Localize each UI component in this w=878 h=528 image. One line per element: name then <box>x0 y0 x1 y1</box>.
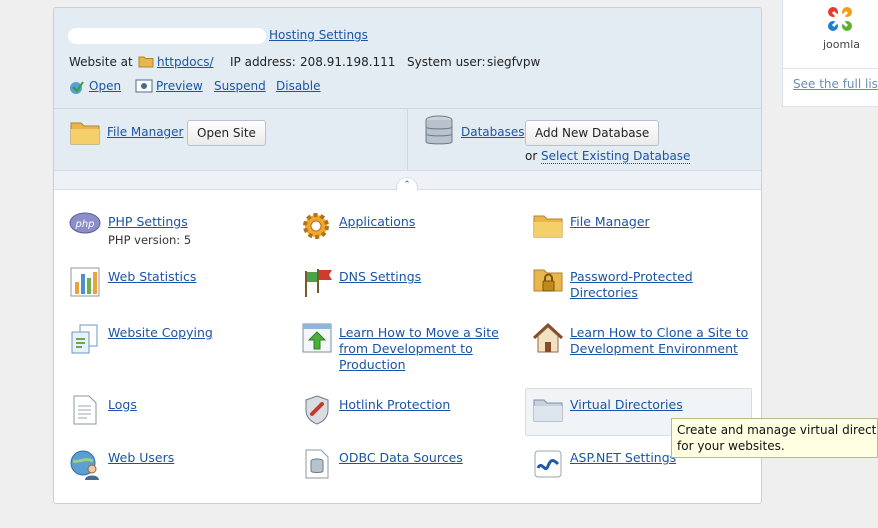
web-statistics-link[interactable]: Web Statistics <box>108 269 196 285</box>
quick-access-bar: File Manager Open Site Databases Add New… <box>54 108 761 171</box>
learn-clone-site-link[interactable]: Learn How to Clone a Site to Development … <box>570 325 748 357</box>
hosting-panel: Hosting Settings Website at httpdocs/ IP… <box>53 7 762 504</box>
php-version-text: PHP version: 5 <box>108 233 192 247</box>
tooltip-line-1: Create and manage virtual directo <box>677 423 878 437</box>
aspnet-icon <box>534 450 566 482</box>
globe-user-icon <box>69 449 101 481</box>
database-icon <box>424 115 454 150</box>
system-user-value: siegfvpw <box>487 55 541 69</box>
flags-icon <box>302 267 334 299</box>
ip-label: IP address: <box>230 55 296 69</box>
virtual-directories-link[interactable]: Virtual Directories <box>570 397 683 413</box>
collapse-strip: ⌃ <box>54 170 761 191</box>
httpdocs-link[interactable]: httpdocs/ <box>157 55 213 69</box>
ip-value: 208.91.198.111 <box>300 55 396 69</box>
divider <box>783 68 878 69</box>
preview-icon <box>135 79 153 96</box>
learn-move-site-link[interactable]: Learn How to Move a Site from Development… <box>339 325 499 373</box>
dns-settings-link[interactable]: DNS Settings <box>339 269 421 285</box>
suspend-link[interactable]: Suspend <box>214 79 266 93</box>
folder-icon <box>533 212 565 244</box>
document-icon <box>72 394 104 426</box>
website-copying-link[interactable]: Website Copying <box>108 325 213 341</box>
open-site-button[interactable]: Open Site <box>187 120 266 146</box>
password-protected-directories-link[interactable]: Password-Protected Directories <box>570 269 693 301</box>
copy-icon <box>70 323 102 355</box>
file-manager-grid-link[interactable]: File Manager <box>570 214 650 230</box>
chevron-up-icon: ⌃ <box>403 180 411 190</box>
hotlink-protection-link[interactable]: Hotlink Protection <box>339 397 450 413</box>
folder-icon <box>70 119 100 148</box>
odbc-data-sources-link[interactable]: ODBC Data Sources <box>339 450 463 466</box>
php-settings-link[interactable]: PHP Settings <box>108 214 188 230</box>
hosting-settings-link[interactable]: Hosting Settings <box>269 28 368 42</box>
divider <box>407 109 408 171</box>
locked-folder-icon <box>533 266 565 298</box>
tooltip-line-2: for your websites. <box>677 439 785 453</box>
shield-icon <box>303 394 335 426</box>
databases-link[interactable]: Databases <box>461 125 525 139</box>
virtual-directories-tooltip: Create and manage virtual directo for yo… <box>671 418 878 458</box>
folder-icon <box>138 54 154 71</box>
or-label: or <box>525 149 538 163</box>
system-user-label: System user: <box>407 55 486 69</box>
select-existing-database-link[interactable]: Select Existing Database <box>541 149 691 164</box>
open-link[interactable]: Open <box>89 79 121 93</box>
see-full-list-link[interactable]: See the full list <box>793 77 878 91</box>
php-icon: php <box>69 210 101 242</box>
disable-link[interactable]: Disable <box>276 79 321 93</box>
collapse-button[interactable]: ⌃ <box>396 177 418 191</box>
app-sidebar: joomla See the full list <box>782 0 878 107</box>
logs-link[interactable]: Logs <box>108 397 137 413</box>
file-manager-link[interactable]: File Manager <box>107 125 184 139</box>
folder-icon <box>533 396 565 428</box>
preview-link[interactable]: Preview <box>156 79 203 93</box>
redacted-domain <box>68 28 266 44</box>
web-users-link[interactable]: Web Users <box>108 450 174 466</box>
add-new-database-button[interactable]: Add New Database <box>525 120 660 146</box>
joomla-icon[interactable] <box>824 4 856 37</box>
house-icon <box>532 322 564 354</box>
bar-chart-icon <box>70 266 102 298</box>
gear-icon <box>301 211 333 243</box>
upload-arrow-icon <box>302 322 334 354</box>
website-header: Hosting Settings Website at httpdocs/ IP… <box>54 8 761 108</box>
aspnet-settings-link[interactable]: ASP.NET Settings <box>570 450 676 466</box>
joomla-label[interactable]: joomla <box>823 38 860 51</box>
open-icon <box>69 79 85 98</box>
website-at-label: Website at <box>69 55 133 69</box>
database-icon <box>304 448 336 480</box>
applications-link[interactable]: Applications <box>339 214 415 230</box>
svg-text:php: php <box>74 219 94 230</box>
